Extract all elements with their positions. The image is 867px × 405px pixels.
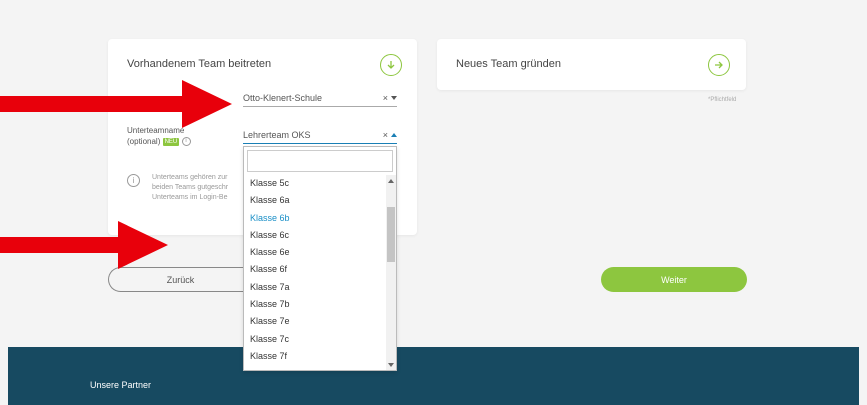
red-arrow-icon-1 xyxy=(0,80,232,128)
annotation-arrows xyxy=(0,80,232,269)
red-arrow-icon-2 xyxy=(0,221,168,269)
